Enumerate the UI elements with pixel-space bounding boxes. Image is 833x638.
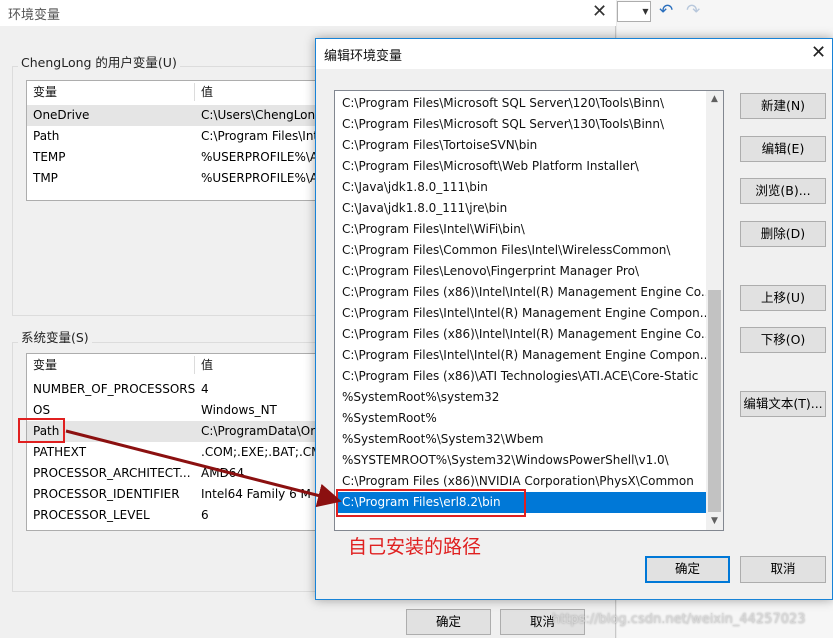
arrow-line [65,429,342,508]
annotation-note: 自己安装的路径 [348,536,482,558]
watermark: https://blog.csdn.net/weixin_44257023 [552,612,806,627]
